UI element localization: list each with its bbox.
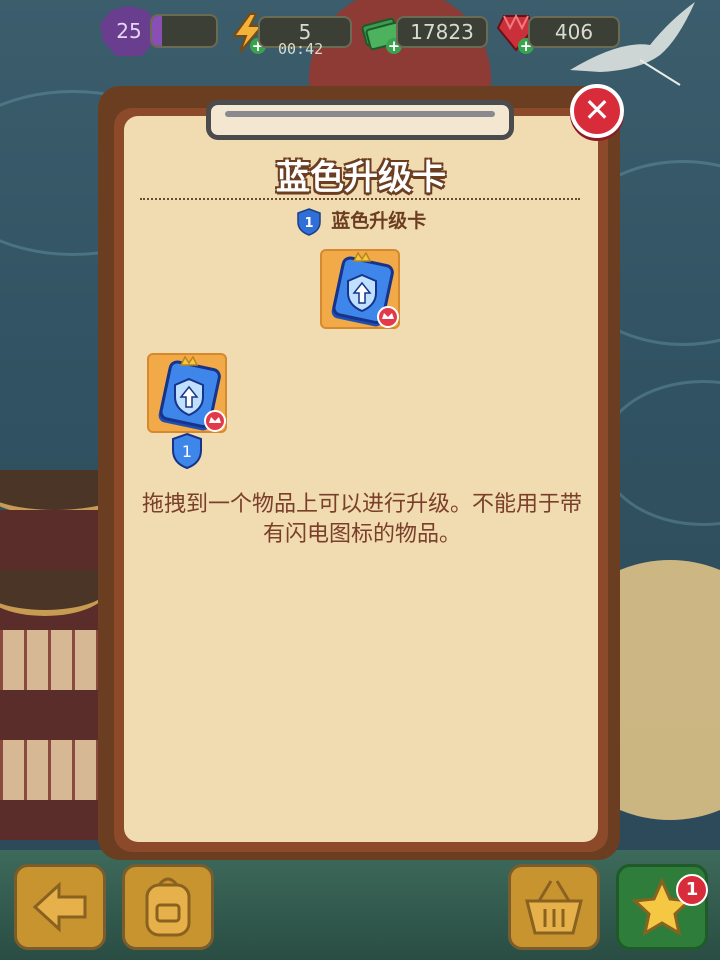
item-description: 拖拽到一个物品上可以进行升级。不能用于带有闪电图标的物品。 (141, 492, 582, 547)
xp-progress-fill (152, 16, 162, 46)
level-shield-icon: 1 (296, 207, 321, 236)
card-level-shield-icon: 1 (172, 432, 202, 470)
item-name: 蓝色升级卡 (331, 210, 427, 232)
dialog-title: 蓝色升级卡 (276, 158, 446, 198)
basket-icon (525, 880, 583, 935)
item-level-number: 1 (304, 216, 313, 231)
blue-upgrade-card-icon (158, 355, 226, 432)
gems-counter: 406 (528, 16, 620, 48)
clipboard-clip (196, 96, 524, 148)
backpack-icon (145, 877, 191, 937)
backpack-button[interactable] (122, 864, 214, 950)
notification-badge: 1 (676, 874, 708, 906)
title-divider (140, 198, 580, 200)
blue-upgrade-card-icon (331, 251, 399, 328)
energy-timer: 00:42 (278, 40, 324, 58)
pagoda-window (0, 740, 110, 800)
item-name-row: 1 蓝色升级卡 (124, 206, 598, 236)
pagoda-window (0, 630, 110, 690)
item-card-slot[interactable] (147, 353, 227, 433)
back-button[interactable] (14, 864, 106, 950)
bottom-ground (0, 850, 720, 960)
item-preview-slot (320, 249, 400, 329)
back-arrow-icon (32, 881, 87, 933)
shop-button[interactable] (508, 864, 600, 950)
close-icon: ✕ (583, 91, 611, 129)
close-button[interactable]: ✕ (570, 84, 624, 138)
cash-counter: 17823 (396, 16, 488, 48)
xp-progress-bar (150, 14, 218, 48)
card-level-number: 1 (182, 442, 192, 461)
